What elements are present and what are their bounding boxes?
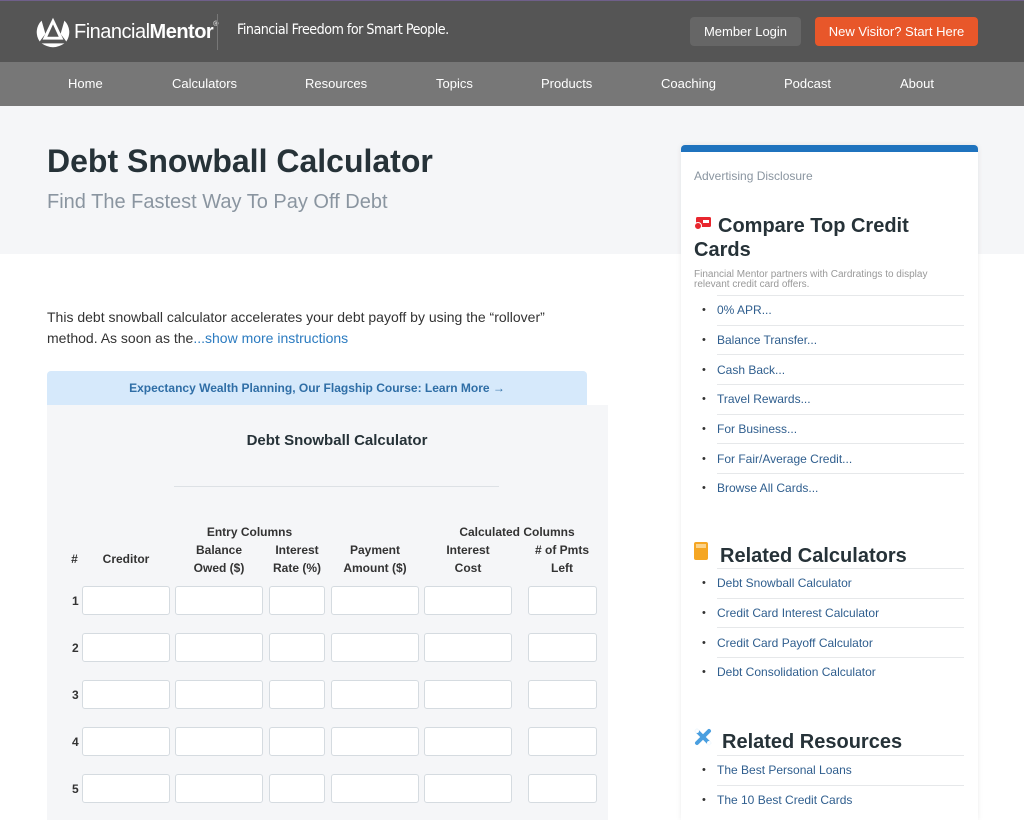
balance-input[interactable] xyxy=(175,680,263,709)
row-number: 1 xyxy=(72,594,79,608)
related-calculators-list: Debt Snowball Calculator Credit Card Int… xyxy=(702,568,964,687)
list-item[interactable]: For Fair/Average Credit... xyxy=(702,443,964,473)
intro-text: This debt snowball calculator accelerate… xyxy=(47,307,577,349)
pmts-left-output[interactable] xyxy=(528,586,597,615)
credit-card-list: 0% APR... Balance Transfer... Cash Back.… xyxy=(702,295,964,503)
col-num: # xyxy=(71,552,78,566)
list-item[interactable]: Debt Snowball Calculator xyxy=(702,568,964,598)
creditor-input[interactable] xyxy=(82,727,170,756)
list-item[interactable]: The 10 Best Credit Cards xyxy=(702,784,964,815)
balance-input[interactable] xyxy=(175,774,263,803)
calculated-columns-label: Calculated Columns xyxy=(459,525,575,539)
list-item[interactable]: Credit Card Interest Calculator xyxy=(702,597,964,628)
advertising-disclosure-link[interactable]: Advertising Disclosure xyxy=(694,169,813,183)
partner-note: Financial Mentor partners with Cardratin… xyxy=(694,269,928,290)
balance-input[interactable] xyxy=(175,586,263,615)
pmts-left-output[interactable] xyxy=(528,680,597,709)
pmts-left-output[interactable] xyxy=(528,727,597,756)
col-interest-cost: Interest Cost xyxy=(446,543,490,575)
list-item[interactable]: Credit Card Payoff Calculator xyxy=(702,627,964,657)
list-item[interactable]: 0% APR... xyxy=(702,295,964,325)
page-title: Debt Snowball Calculator xyxy=(47,143,433,179)
list-item[interactable]: Debt Consolidation Calculator xyxy=(702,657,964,687)
row-number: 3 xyxy=(72,688,79,702)
page-subtitle: Find The Fastest Way To Pay Off Debt xyxy=(47,191,388,213)
tools-icon xyxy=(695,729,711,745)
rate-input[interactable] xyxy=(269,586,325,615)
rate-input[interactable] xyxy=(269,727,325,756)
related-resources-heading: Related Resources xyxy=(694,728,902,754)
start-here-button[interactable]: New Visitor? Start Here xyxy=(815,17,978,46)
list-item[interactable]: Cash Back... xyxy=(702,354,964,384)
col-rate: Interest Rate (%) xyxy=(272,543,321,575)
pmts-left-output[interactable] xyxy=(528,633,597,662)
nav-about[interactable]: About xyxy=(900,76,934,91)
main-nav: Home Calculators Resources Topics Produc… xyxy=(0,62,1024,106)
list-item[interactable]: Travel Rewards... xyxy=(702,384,964,414)
related-resources-list: The Best Personal Loans The 10 Best Cred… xyxy=(702,755,964,815)
creditor-input[interactable] xyxy=(82,586,170,615)
calculator-title: Debt Snowball Calculator xyxy=(246,432,428,449)
top-bar: FinancialMentor® Financial Freedom for S… xyxy=(0,0,1024,62)
nav-coaching[interactable]: Coaching xyxy=(661,76,716,91)
logo-icon xyxy=(36,17,70,48)
row-number: 5 xyxy=(72,782,79,796)
payment-input[interactable] xyxy=(331,680,419,709)
payment-input[interactable] xyxy=(331,774,419,803)
creditor-input[interactable] xyxy=(82,680,170,709)
rate-input[interactable] xyxy=(269,774,325,803)
balance-input[interactable] xyxy=(175,633,263,662)
credit-card-icon xyxy=(694,217,711,230)
compare-cards-heading: Compare Top Credit Cards xyxy=(694,215,909,261)
col-creditor: Creditor xyxy=(102,552,150,566)
pmts-left-output[interactable] xyxy=(528,774,597,803)
creditor-input[interactable] xyxy=(82,774,170,803)
payment-input[interactable] xyxy=(331,633,419,662)
rate-input[interactable] xyxy=(269,680,325,709)
logo-divider xyxy=(217,14,218,50)
list-item[interactable]: Browse All Cards... xyxy=(702,473,964,503)
payment-input[interactable] xyxy=(331,727,419,756)
row-number: 2 xyxy=(72,641,79,655)
logo-text: FinancialMentor® xyxy=(74,20,218,43)
interest-cost-output[interactable] xyxy=(424,774,512,803)
divider xyxy=(174,486,499,487)
col-pmts-left: # of Pmts Left xyxy=(534,543,589,575)
interest-cost-output[interactable] xyxy=(424,727,512,756)
nav-products[interactable]: Products xyxy=(541,76,592,91)
tagline: Financial Freedom for Smart People. xyxy=(237,22,449,38)
entry-columns-label: Entry Columns xyxy=(206,525,293,539)
show-more-link[interactable]: ...show more instructions xyxy=(193,330,348,346)
nav-home[interactable]: Home xyxy=(68,76,103,91)
interest-cost-output[interactable] xyxy=(424,633,512,662)
interest-cost-output[interactable] xyxy=(424,586,512,615)
col-balance: Balance Owed ($) xyxy=(193,543,245,575)
creditor-input[interactable] xyxy=(82,633,170,662)
balance-input[interactable] xyxy=(175,727,263,756)
nav-resources[interactable]: Resources xyxy=(305,76,367,91)
col-payment: Payment Amount ($) xyxy=(343,543,407,575)
member-login-button[interactable]: Member Login xyxy=(690,17,801,46)
nav-topics[interactable]: Topics xyxy=(436,76,473,91)
sidebar: Advertising Disclosure Compare Top Credi… xyxy=(681,145,978,820)
calculator-panel: Debt Snowball Calculator Entry Columns C… xyxy=(47,405,608,820)
row-number: 4 xyxy=(72,735,79,749)
list-item[interactable]: For Business... xyxy=(702,413,964,444)
calculator-icon xyxy=(694,542,708,560)
list-item[interactable]: The Best Personal Loans xyxy=(702,755,964,785)
nav-podcast[interactable]: Podcast xyxy=(784,76,831,91)
related-calculators-heading: Related Calculators xyxy=(694,542,907,568)
promo-banner[interactable]: Expectancy Wealth Planning, Our Flagship… xyxy=(47,371,587,405)
rate-input[interactable] xyxy=(269,633,325,662)
list-item[interactable]: Balance Transfer... xyxy=(702,324,964,355)
nav-calculators[interactable]: Calculators xyxy=(172,76,237,91)
payment-input[interactable] xyxy=(331,586,419,615)
interest-cost-output[interactable] xyxy=(424,680,512,709)
logo[interactable]: FinancialMentor® xyxy=(34,12,218,52)
